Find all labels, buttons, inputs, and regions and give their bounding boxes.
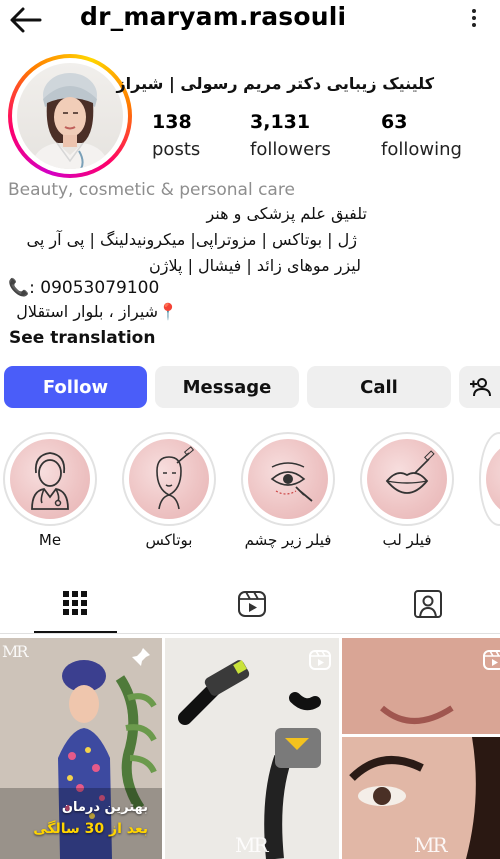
post-thumbnail[interactable]: MR bbox=[342, 638, 500, 859]
bio-phone[interactable]: 📞: 09053079100 bbox=[8, 278, 159, 298]
profile-display-name: کلینیک زیبایی دکتر مریم رسولی | شیراز bbox=[116, 74, 434, 93]
posts-label[interactable]: posts bbox=[152, 139, 200, 160]
profile-category: Beauty, cosmetic & personal care bbox=[8, 180, 295, 200]
highlight-label-botox: بوتاکس bbox=[145, 531, 193, 549]
highlight-label-me: Me bbox=[38, 531, 62, 549]
post-caption-line1: بهترین درمان bbox=[61, 800, 148, 815]
add-person-icon bbox=[469, 378, 491, 397]
tagged-icon bbox=[414, 590, 442, 618]
highlight-partial[interactable] bbox=[479, 432, 500, 526]
lip-filler-icon bbox=[385, 450, 435, 494]
arrow-left-icon bbox=[10, 7, 42, 33]
bio-address: 📍شیراز ، بلوار استقلال bbox=[16, 302, 178, 321]
highlight-label-under-eye-filler: فیلر زیر چشم bbox=[244, 531, 332, 549]
more-options-icon[interactable] bbox=[462, 6, 486, 34]
post-logo: MR bbox=[2, 642, 28, 661]
post-caption-line2: بعد از 30 سالگی bbox=[33, 821, 148, 837]
botox-face-icon bbox=[156, 446, 195, 510]
reel-icon bbox=[482, 648, 500, 676]
post-logo: MR bbox=[235, 833, 269, 857]
follow-button[interactable]: Follow bbox=[4, 366, 147, 408]
highlight-botox[interactable] bbox=[122, 432, 216, 526]
doctor-icon bbox=[31, 452, 69, 510]
call-button[interactable]: Call bbox=[307, 366, 451, 408]
post-logo: MR bbox=[414, 833, 448, 857]
following-count[interactable]: 63 bbox=[381, 111, 407, 133]
bio-line: ژل | بوتاکس | مزوتراپی| میکرونیدلینگ | پ… bbox=[26, 230, 357, 249]
following-label[interactable]: following bbox=[381, 139, 462, 160]
suggest-people-button[interactable] bbox=[459, 366, 500, 408]
profile-username: dr_maryam.rasouli bbox=[80, 2, 347, 31]
highlight-under-eye-filler[interactable] bbox=[241, 432, 335, 526]
posts-count[interactable]: 138 bbox=[152, 111, 192, 133]
under-eye-filler-icon bbox=[270, 462, 313, 502]
followers-label[interactable]: followers bbox=[250, 139, 331, 160]
back-button[interactable] bbox=[8, 4, 44, 36]
message-button[interactable]: Message bbox=[155, 366, 299, 408]
followers-count[interactable]: 3,131 bbox=[250, 111, 310, 133]
highlight-me[interactable] bbox=[3, 432, 97, 526]
tab-grid[interactable] bbox=[62, 590, 88, 620]
bio-line: لیزر موهای زائد | فیشال | پلاژن bbox=[149, 256, 361, 275]
tab-tagged[interactable] bbox=[413, 589, 443, 623]
avatar[interactable] bbox=[17, 63, 123, 169]
grid-icon bbox=[63, 591, 87, 615]
highlight-lip-filler[interactable] bbox=[360, 432, 454, 526]
see-translation-link[interactable]: See translation bbox=[9, 328, 155, 348]
tab-reels[interactable] bbox=[237, 589, 267, 623]
reels-icon bbox=[238, 591, 266, 617]
active-tab-indicator bbox=[34, 631, 117, 633]
pin-icon bbox=[130, 646, 152, 672]
highlight-label-lip-filler: فیلر لب bbox=[382, 531, 432, 549]
reel-icon bbox=[308, 648, 332, 676]
bio-line: تلفیق علم پزشکی و هنر bbox=[206, 204, 367, 223]
post-thumbnail[interactable]: MR bbox=[165, 638, 339, 859]
